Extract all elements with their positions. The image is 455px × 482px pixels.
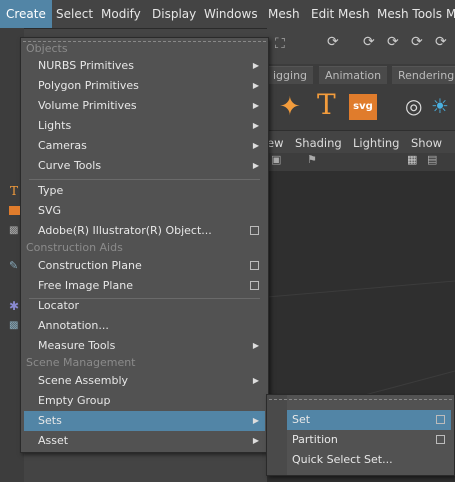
submenu-arrow-icon: ▶ (252, 341, 259, 350)
menu-item-curve-tools[interactable]: Curve Tools ▶ (24, 156, 265, 176)
menu-item-nurbs-primitives[interactable]: NURBS Primitives ▶ (24, 56, 265, 76)
menu-item-cameras[interactable]: Cameras ▶ (24, 136, 265, 156)
shelf: ✦ T svg ◎ ☀ (267, 84, 455, 131)
menu-modify[interactable]: Modify (101, 7, 141, 21)
menu-item-sets[interactable]: Sets ▶ (24, 411, 265, 431)
submenu-arrow-icon: ▶ (252, 161, 259, 170)
bookmark-icon[interactable]: ⚑ (307, 153, 317, 166)
tab-animation[interactable]: Animation (319, 66, 388, 85)
submenu-tearoff[interactable] (269, 399, 452, 402)
menu-edit-mesh[interactable]: Edit Mesh (311, 7, 370, 21)
panel-menu-view[interactable]: ew (267, 136, 283, 150)
menu-item-polygon-primitives[interactable]: Polygon Primitives ▶ (24, 76, 265, 96)
menu-item-quick-select-set[interactable]: Quick Select Set... (287, 450, 451, 470)
menu-item-set[interactable]: Set (287, 410, 451, 430)
snap-grid-icon[interactable]: ⟳ (327, 34, 339, 50)
submenu-arrow-icon: ▶ (252, 81, 259, 90)
menu-mesh-tools[interactable]: Mesh Tools (377, 7, 442, 21)
menu-item-partition[interactable]: Partition (287, 430, 451, 450)
snap-surface-icon[interactable]: ⟳ (435, 34, 447, 50)
submenu-arrow-icon: ▶ (252, 436, 259, 445)
snap-point-icon[interactable]: ⟳ (387, 34, 399, 50)
render-icon[interactable]: ☀ (431, 94, 449, 118)
shelf-tabs: igging Animation Rendering (267, 64, 455, 85)
submenu-arrow-icon: ▶ (252, 416, 259, 425)
menu-item-locator[interactable]: ✱ Locator (9, 296, 265, 316)
submenu-arrow-icon: ▶ (252, 121, 259, 130)
option-box-icon[interactable] (436, 435, 445, 444)
tab-rendering[interactable]: Rendering (392, 66, 455, 85)
starburst-icon[interactable]: ✦ (279, 92, 301, 122)
section-objects: Objects (26, 42, 68, 55)
option-box-icon[interactable] (250, 261, 259, 270)
menu-display[interactable]: Display (152, 7, 196, 21)
submenu-arrow-icon: ▶ (252, 61, 259, 70)
panel-menu-lighting[interactable]: Lighting (353, 136, 399, 150)
menu-item-construction-plane[interactable]: ✎ Construction Plane (9, 256, 265, 276)
menu-item-illustrator-object[interactable]: ▩ Adobe(R) Illustrator(R) Object... (9, 221, 265, 241)
snap-view-icon[interactable]: ⟳ (411, 34, 423, 50)
menu-windows[interactable]: Windows (204, 7, 258, 21)
svg-icon (9, 206, 20, 215)
grid-icon[interactable]: ▦ (407, 153, 417, 166)
menu-item-scene-assembly[interactable]: Scene Assembly ▶ (24, 371, 265, 391)
submenu-gutter (267, 395, 287, 475)
menu-mesh[interactable]: Mesh (268, 7, 300, 21)
menu-bar: Create Select Modify Display Windows Mes… (0, 0, 455, 29)
menu-item-lights[interactable]: Lights ▶ (24, 116, 265, 136)
menu-item-svg[interactable]: SVG (9, 201, 265, 221)
menu-item-asset[interactable]: Asset ▶ (24, 431, 265, 451)
menu-create[interactable]: Create (0, 0, 52, 28)
panel-menu-shading[interactable]: Shading (295, 136, 342, 150)
sets-submenu: Set Partition Quick Select Set... (266, 394, 455, 476)
type-icon: T (10, 184, 19, 198)
panel-menu-show[interactable]: Show (411, 136, 442, 150)
tab-rigging[interactable]: igging (267, 66, 314, 85)
section-scene-management: Scene Management (26, 356, 136, 369)
menu-select[interactable]: Select (56, 7, 93, 21)
section-construction-aids: Construction Aids (26, 241, 123, 254)
construction-plane-icon: ✎ (9, 259, 19, 272)
menu-item-annotation[interactable]: ▩ Annotation... (9, 316, 265, 336)
locator-icon: ✱ (9, 299, 20, 313)
select-tool-icon[interactable]: ⛶ (275, 36, 285, 52)
create-menu: Objects NURBS Primitives ▶ Polygon Primi… (9, 37, 269, 453)
svg-icon[interactable]: svg (349, 94, 377, 120)
menu-item-free-image-plane[interactable]: Free Image Plane (24, 276, 265, 296)
annotation-icon: ▩ (9, 320, 19, 331)
menu-separator (29, 179, 260, 180)
panel-menu-bar: ew Shading Lighting Show (267, 133, 455, 153)
film-gate-icon[interactable]: ▤ (427, 153, 437, 166)
menu-more[interactable]: M (446, 7, 455, 21)
menu-item-measure-tools[interactable]: Measure Tools ▶ (24, 336, 265, 356)
type-icon[interactable]: T (317, 88, 336, 121)
submenu-arrow-icon: ▶ (252, 101, 259, 110)
status-toolbar: ⛶ ⟳ ⟳ ⟳ ⟳ ⟳ (267, 28, 455, 65)
light-icon[interactable]: ◎ (405, 94, 422, 118)
option-box-icon[interactable] (436, 415, 445, 424)
menu-item-empty-group[interactable]: Empty Group (24, 391, 265, 411)
panel-toolbar: ▣ ⚑ ▦ ▤ (267, 153, 455, 172)
option-box-icon[interactable] (250, 281, 259, 290)
camera-icon[interactable]: ▣ (271, 153, 281, 166)
illustrator-icon: ▩ (9, 225, 19, 236)
menu-item-type[interactable]: T Type (10, 181, 265, 201)
menu-item-volume-primitives[interactable]: Volume Primitives ▶ (24, 96, 265, 116)
snap-curve-icon[interactable]: ⟳ (363, 34, 375, 50)
option-box-icon[interactable] (250, 226, 259, 235)
submenu-arrow-icon: ▶ (252, 141, 259, 150)
submenu-arrow-icon: ▶ (252, 376, 259, 385)
